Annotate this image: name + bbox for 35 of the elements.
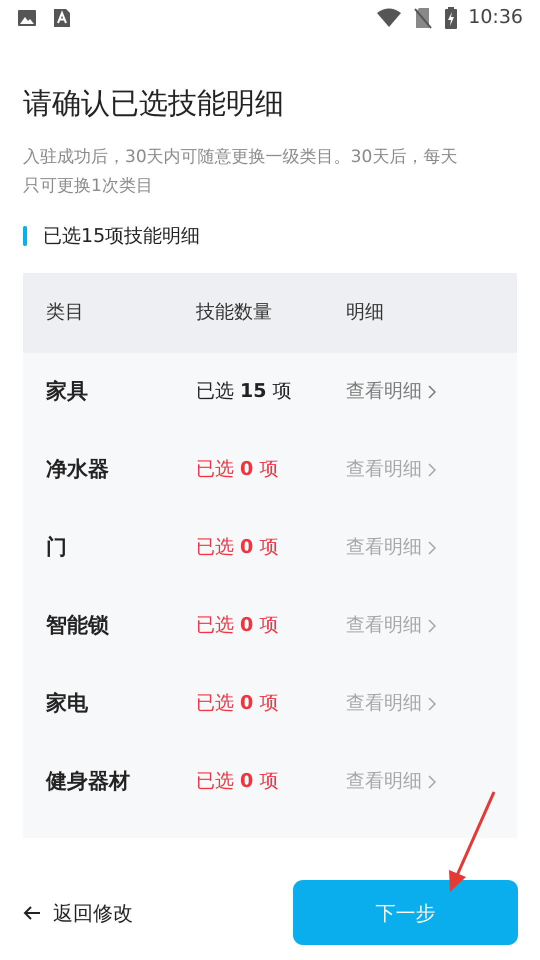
category-cell-text: 净水器 <box>46 456 110 483</box>
wifi-icon <box>376 8 402 28</box>
chevron-right-icon <box>428 774 436 788</box>
column-header: 明细 <box>346 300 384 326</box>
chevron-right-icon <box>428 540 436 554</box>
category-cell-text: 健身器材 <box>46 768 131 795</box>
battery-charging-icon <box>444 6 458 28</box>
section-marker <box>23 226 27 246</box>
count-cell-text: 已选 0 项 <box>196 535 280 560</box>
count-cell-text: 已选 0 项 <box>196 691 280 716</box>
category-cell-text: 门 <box>46 534 68 561</box>
no-sim-icon <box>414 6 432 28</box>
page-title: 请确认已选技能明细 <box>23 85 285 122</box>
category-cell-text: 家电 <box>46 690 89 717</box>
text-icon <box>53 8 71 28</box>
view-details-link[interactable]: 查看明细 <box>346 377 436 406</box>
category-cell-text: 家具 <box>46 378 89 405</box>
count-cell-text: 已选 15 项 <box>196 379 293 404</box>
chevron-right-icon <box>428 618 436 632</box>
image-icon <box>17 8 37 28</box>
back-arrow-icon <box>23 904 41 922</box>
column-header: 技能数量 <box>196 300 273 326</box>
status-time: 10:36 <box>468 5 523 30</box>
count-cell-text: 已选 0 项 <box>196 457 280 482</box>
count-cell-text: 已选 0 项 <box>196 613 280 638</box>
next-button[interactable]: 下一步 <box>293 880 518 945</box>
count-cell-text: 已选 0 项 <box>196 769 280 794</box>
chevron-right-icon <box>428 384 436 398</box>
section-heading: 已选15项技能明细 <box>43 224 200 249</box>
back-link[interactable]: 返回修改 <box>23 898 133 928</box>
column-header: 类目 <box>46 300 85 326</box>
chevron-right-icon <box>428 696 436 710</box>
category-cell-text: 智能锁 <box>46 612 110 639</box>
chevron-right-icon <box>428 462 436 476</box>
notice-text: 入驻成功后，30天内可随意更换一级类目。30天后，每天只可更换1次类目 <box>23 146 458 198</box>
